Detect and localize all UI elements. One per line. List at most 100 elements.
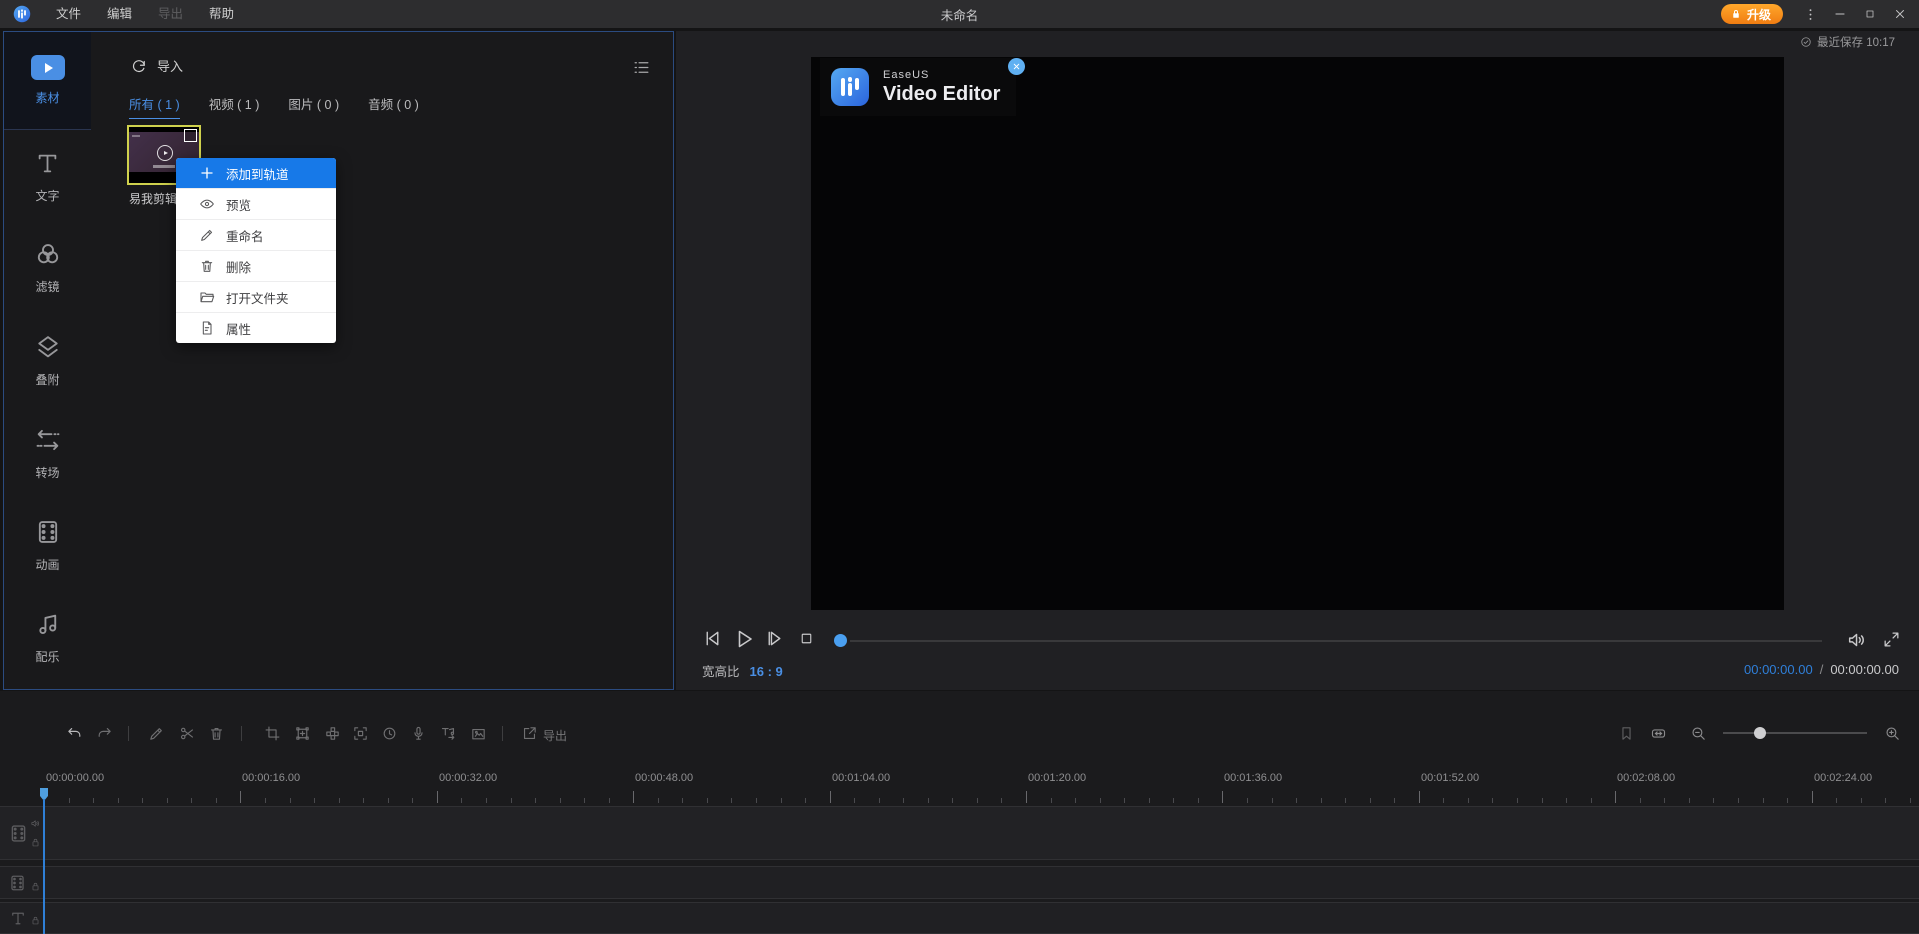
menu-item-open-folder[interactable]: 打开文件夹: [176, 281, 336, 312]
export-button[interactable]: [521, 725, 538, 742]
minimize-button[interactable]: [1827, 0, 1853, 28]
tab-all[interactable]: 所有 ( 1 ): [129, 94, 180, 119]
minimize-icon: [1833, 7, 1847, 21]
thumbnail-checkbox[interactable]: [184, 129, 197, 142]
clip-name: 易我剪辑: [129, 192, 178, 206]
list-icon: [632, 58, 651, 77]
ruler-label: 00:01:04.00: [832, 772, 891, 784]
menu-file[interactable]: 文件: [43, 0, 94, 28]
more-options-button[interactable]: [1797, 0, 1823, 28]
redo-button[interactable]: [96, 725, 113, 742]
close-icon: [1893, 7, 1907, 21]
fullscreen-icon[interactable]: [1882, 630, 1901, 649]
track-lock-icon[interactable]: [30, 915, 41, 926]
filter-icon: [34, 240, 62, 268]
video-track-1[interactable]: [0, 806, 1919, 860]
watermark: EaseUS Video Editor: [820, 58, 1016, 116]
menu-item-add-to-track[interactable]: 添加到轨道: [176, 158, 336, 188]
music-note-icon: [34, 610, 62, 638]
voiceover-button[interactable]: [410, 725, 427, 742]
ruler-label: 00:01:52.00: [1421, 772, 1480, 784]
app-logo-icon: [13, 5, 31, 23]
duration-button[interactable]: [381, 725, 398, 742]
time-separator: /: [1819, 662, 1824, 677]
seek-bar[interactable]: [850, 640, 1822, 642]
video-track-2[interactable]: [0, 866, 1919, 899]
ruler-label: 00:00:00.00: [46, 772, 105, 784]
toolbar-divider: [128, 726, 129, 741]
menu-item-properties[interactable]: 属性: [176, 312, 336, 343]
previous-frame-button[interactable]: [702, 628, 723, 649]
close-icon: [1012, 62, 1021, 71]
timeline-ruler[interactable]: 00:00:00.00 00:00:16.00 00:00:32.00 00:0…: [0, 765, 1919, 806]
tab-audio[interactable]: 音频 ( 0 ): [368, 94, 419, 119]
stop-button[interactable]: [798, 630, 815, 647]
snapshot-button[interactable]: [470, 725, 487, 742]
menu-edit[interactable]: 编辑: [94, 0, 145, 28]
close-button[interactable]: [1887, 0, 1913, 28]
zoom-frame-button[interactable]: [294, 725, 311, 742]
text-to-speech-button[interactable]: [438, 725, 459, 742]
delete-button[interactable]: [208, 725, 225, 742]
thumbnail-caption-bar: [153, 165, 175, 169]
zoom-in-button[interactable]: [1884, 725, 1901, 742]
tab-image[interactable]: 图片 ( 0 ): [288, 94, 339, 119]
ruler-label: 00:00:48.00: [635, 772, 694, 784]
menu-item-label: 打开文件夹: [226, 291, 289, 306]
kebab-icon: [1803, 7, 1818, 22]
mosaic-button[interactable]: [324, 725, 341, 742]
zoom-out-button[interactable]: [1690, 725, 1707, 742]
menu-item-preview[interactable]: 预览: [176, 188, 336, 219]
tab-video[interactable]: 视频 ( 1 ): [209, 94, 260, 119]
list-view-button[interactable]: [632, 58, 651, 77]
toolbar-divider: [241, 726, 242, 741]
sidebar-item-text[interactable]: 文字: [4, 150, 91, 204]
sidebar-item-transitions[interactable]: 转场: [4, 426, 91, 481]
sidebar-item-filters[interactable]: 滤镜: [4, 240, 91, 295]
fit-timeline-button[interactable]: [1648, 725, 1669, 742]
menu-help[interactable]: 帮助: [196, 0, 247, 28]
import-button[interactable]: 导入: [130, 56, 183, 75]
play-button[interactable]: [732, 627, 756, 651]
menu-item-rename[interactable]: 重命名: [176, 219, 336, 250]
check-circle-icon: [1800, 36, 1812, 48]
transition-icon: [34, 426, 62, 454]
maximize-button[interactable]: [1857, 0, 1883, 28]
undo-button[interactable]: [66, 725, 83, 742]
sidebar-item-overlays[interactable]: 叠附: [4, 333, 91, 388]
sidebar-item-label: 动画: [35, 558, 60, 572]
timeline-zoom-slider[interactable]: [1723, 732, 1867, 734]
sidebar-item-animation[interactable]: 动画: [4, 518, 91, 573]
menu-item-delete[interactable]: 删除: [176, 250, 336, 281]
track-audio-icon[interactable]: [30, 818, 41, 829]
volume-icon[interactable]: [1846, 629, 1868, 651]
sidebar-item-music[interactable]: 配乐: [4, 610, 91, 665]
thumbnail-watermark-small: [132, 135, 140, 137]
plus-icon: [199, 165, 215, 181]
upgrade-button[interactable]: 升级: [1720, 4, 1783, 24]
timecode-display: 00:00:00.00 / 00:00:00.00: [1744, 662, 1899, 677]
split-button[interactable]: [179, 725, 196, 742]
export-label[interactable]: 导出: [543, 727, 567, 744]
aspect-ratio-value[interactable]: 16 : 9: [750, 664, 783, 679]
sidebar-item-label: 叠附: [35, 373, 60, 387]
import-icon: [130, 57, 148, 75]
text-icon: [34, 150, 61, 177]
easeus-video-editor-window: 文件 编辑 导出 帮助 未命名 升级 素材 文字 滤镜 叠附 转场 动画 配乐 …: [0, 0, 1919, 934]
timeline-zoom-handle[interactable]: [1754, 727, 1766, 739]
menu-item-label: 添加到轨道: [226, 167, 289, 182]
ruler-label: 00:00:16.00: [242, 772, 301, 784]
track-lock-icon[interactable]: [30, 881, 41, 892]
track-lock-icon[interactable]: [30, 837, 41, 848]
ruler-label: 00:01:20.00: [1028, 772, 1087, 784]
sidebar-item-media[interactable]: 素材: [4, 32, 91, 130]
edit-button[interactable]: [148, 725, 165, 742]
seek-handle[interactable]: [834, 634, 847, 647]
text-track[interactable]: [0, 902, 1919, 934]
next-frame-button[interactable]: [764, 628, 785, 649]
watermark-close-button[interactable]: [1008, 58, 1025, 75]
crop-button[interactable]: [264, 725, 281, 742]
marker-button[interactable]: [1618, 725, 1635, 742]
freeze-frame-button[interactable]: [352, 725, 369, 742]
easeus-logo-icon: [830, 67, 870, 107]
